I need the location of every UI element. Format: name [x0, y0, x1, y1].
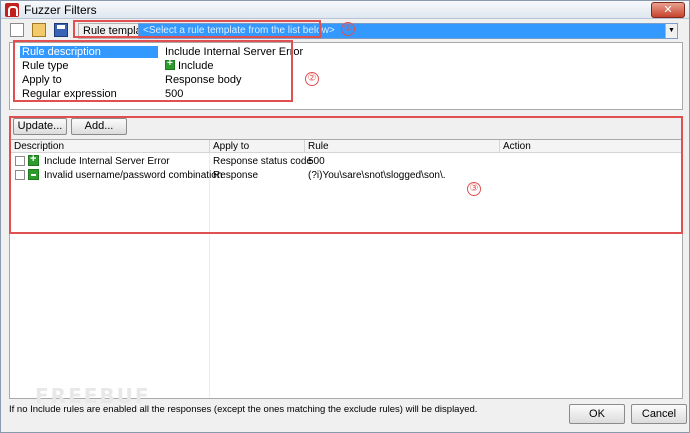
- app-logo-icon: [5, 3, 19, 17]
- new-file-icon[interactable]: [10, 23, 24, 37]
- annotation-box-template: [73, 20, 321, 38]
- chevron-down-icon[interactable]: ▼: [665, 24, 677, 38]
- open-folder-icon[interactable]: [32, 23, 46, 37]
- save-icon[interactable]: [54, 23, 68, 37]
- cancel-button[interactable]: Cancel: [631, 404, 687, 424]
- annotation-number: ③: [467, 182, 481, 196]
- status-text: If no Include rules are enabled all the …: [9, 404, 478, 415]
- ok-button[interactable]: OK: [569, 404, 625, 424]
- close-button[interactable]: ✕: [651, 2, 685, 18]
- annotation-number: ②: [305, 72, 319, 86]
- annotation-box-rules: [9, 116, 683, 234]
- annotation-box-properties: [13, 40, 293, 102]
- title-bar: Fuzzer Filters ✕: [1, 1, 689, 19]
- fuzzer-filters-window: Fuzzer Filters ✕ Rule template: <Select …: [0, 0, 690, 433]
- annotation-number: ①: [341, 22, 355, 36]
- window-title: Fuzzer Filters: [24, 3, 97, 17]
